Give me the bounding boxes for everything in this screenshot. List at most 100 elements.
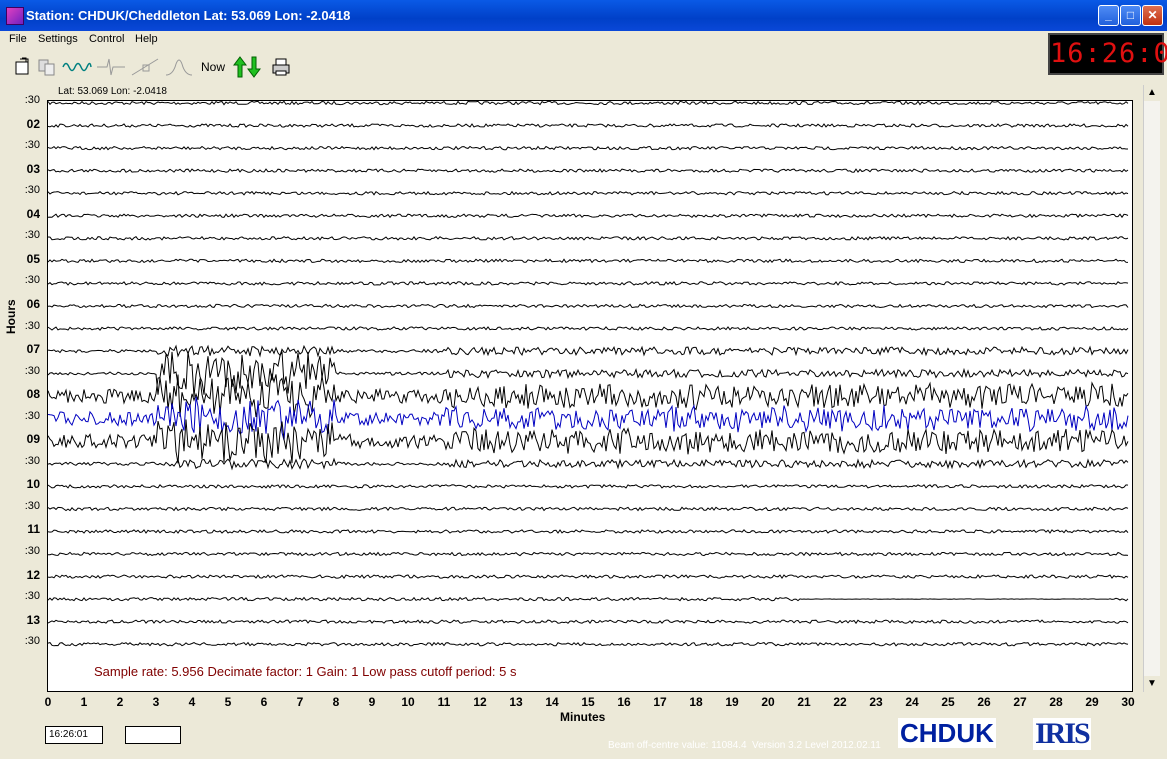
menu-bar: File Settings Control Help xyxy=(0,31,1040,49)
y-label: 13 xyxy=(26,612,40,627)
y-label: :30 xyxy=(24,499,40,512)
y-label: 02 xyxy=(26,116,40,131)
time-status-box: 16:26:01 xyxy=(45,726,103,744)
trace-line xyxy=(48,551,1129,557)
y-label: :30 xyxy=(24,409,40,422)
trace-line xyxy=(48,351,1129,397)
x-tick-label: 28 xyxy=(1049,695,1063,709)
x-tick-label: 10 xyxy=(401,695,415,709)
y-label: :30 xyxy=(24,319,40,332)
y-label: 04 xyxy=(26,206,40,221)
minimize-button[interactable]: _ xyxy=(1098,5,1119,26)
x-tick-label: 14 xyxy=(545,695,559,709)
y-label: :30 xyxy=(24,229,40,242)
x-tick-label: 7 xyxy=(296,695,304,709)
scroll-down-icon[interactable]: ▼ xyxy=(1144,676,1160,692)
x-tick-label: 30 xyxy=(1121,695,1135,709)
x-tick-label: 6 xyxy=(260,695,268,709)
close-button[interactable]: ✕ xyxy=(1142,5,1163,26)
x-tick-label: 3 xyxy=(152,695,160,709)
x-tick-label: 2 xyxy=(116,695,124,709)
x-tick-label: 24 xyxy=(905,695,919,709)
y-label: 12 xyxy=(26,567,40,582)
blank-status-box xyxy=(125,726,181,744)
x-tick-label: 22 xyxy=(833,695,847,709)
trace-line xyxy=(48,123,1129,128)
vertical-scrollbar[interactable]: ▲ ▼ xyxy=(1143,85,1160,692)
y-label: :30 xyxy=(24,274,40,287)
x-tick-label: 18 xyxy=(689,695,703,709)
x-tick-label: 5 xyxy=(224,695,232,709)
y-label: 09 xyxy=(26,432,40,447)
maximize-button[interactable]: □ xyxy=(1120,5,1141,26)
acquisition-params: Sample rate: 5.956 Decimate factor: 1 Ga… xyxy=(94,664,517,679)
x-tick-label: 21 xyxy=(797,695,811,709)
waveform-icon[interactable] xyxy=(60,54,94,80)
trace-line xyxy=(48,457,1129,471)
y-label: :30 xyxy=(24,364,40,377)
x-tick-label: 19 xyxy=(725,695,739,709)
y-label: :30 xyxy=(24,545,40,557)
slope-icon[interactable] xyxy=(128,54,162,80)
menu-control[interactable]: Control xyxy=(89,33,124,45)
menu-help[interactable]: Help xyxy=(135,33,158,45)
trace-line xyxy=(48,419,1129,464)
x-tick-label: 4 xyxy=(188,695,196,709)
y-label: 10 xyxy=(26,477,40,492)
trace-line xyxy=(48,529,1129,534)
station-logo: CHDUK xyxy=(898,718,996,748)
trace-line xyxy=(48,303,1129,309)
y-label: 03 xyxy=(26,161,40,176)
trace-line xyxy=(48,101,1129,106)
printer-icon[interactable] xyxy=(269,54,293,80)
x-tick-label: 29 xyxy=(1085,695,1099,709)
menu-settings[interactable]: Settings xyxy=(38,33,78,45)
x-tick-label: 0 xyxy=(44,695,52,709)
y-label: :30 xyxy=(24,94,40,106)
spike-icon[interactable] xyxy=(94,54,128,80)
trace-line xyxy=(48,483,1129,489)
now-button[interactable]: Now xyxy=(198,54,228,80)
x-tick-label: 11 xyxy=(437,695,451,709)
iris-logo: IRIS xyxy=(1033,717,1091,750)
x-tick-label: 23 xyxy=(869,695,883,709)
trace-line xyxy=(48,235,1129,241)
copy-icon[interactable] xyxy=(35,54,59,80)
x-tick-label: 26 xyxy=(977,695,991,709)
window-title: Station: CHDUK/Cheddleton Lat: 53.069 Lo… xyxy=(26,8,351,23)
trace-line xyxy=(48,506,1129,512)
scroll-up-icon[interactable]: ▲ xyxy=(1144,85,1160,101)
y-label: :30 xyxy=(24,184,40,197)
trace-line xyxy=(48,168,1129,173)
seismogram-plot[interactable] xyxy=(47,100,1133,692)
x-tick-label: 25 xyxy=(941,695,955,709)
bell-curve-icon[interactable] xyxy=(162,54,196,80)
y-label: 07 xyxy=(26,342,40,357)
up-down-arrows-icon[interactable] xyxy=(229,54,265,80)
toolbar: Now xyxy=(0,54,1040,82)
trace-line xyxy=(48,574,1129,580)
version-text: Version 3.2 Level 2012.02.11 xyxy=(752,740,881,751)
x-axis-title: Minutes xyxy=(560,710,606,724)
x-tick-label: 1 xyxy=(80,695,88,709)
app-icon[interactable] xyxy=(6,7,24,25)
trace-line xyxy=(48,596,1129,602)
x-tick-label: 17 xyxy=(653,695,667,709)
trace-line xyxy=(48,280,1129,286)
menu-file[interactable]: File xyxy=(9,33,27,45)
y-label: 05 xyxy=(26,251,40,266)
x-tick-label: 20 xyxy=(761,695,775,709)
open-file-icon[interactable] xyxy=(11,54,35,80)
x-tick-label: 16 xyxy=(617,695,631,709)
y-label: :30 xyxy=(24,139,40,152)
x-tick-label: 12 xyxy=(473,695,487,709)
trace-line xyxy=(48,258,1129,264)
y-label: 11 xyxy=(27,522,40,537)
x-tick-label: 15 xyxy=(581,695,595,709)
y-label: 08 xyxy=(26,387,40,402)
trace-line xyxy=(48,145,1128,151)
x-tick-label: 13 xyxy=(509,695,523,709)
y-label: :30 xyxy=(24,590,40,603)
beam-offcentre-text: Beam off-centre value: 11084.4 xyxy=(608,740,747,751)
y-label: 06 xyxy=(26,296,40,311)
